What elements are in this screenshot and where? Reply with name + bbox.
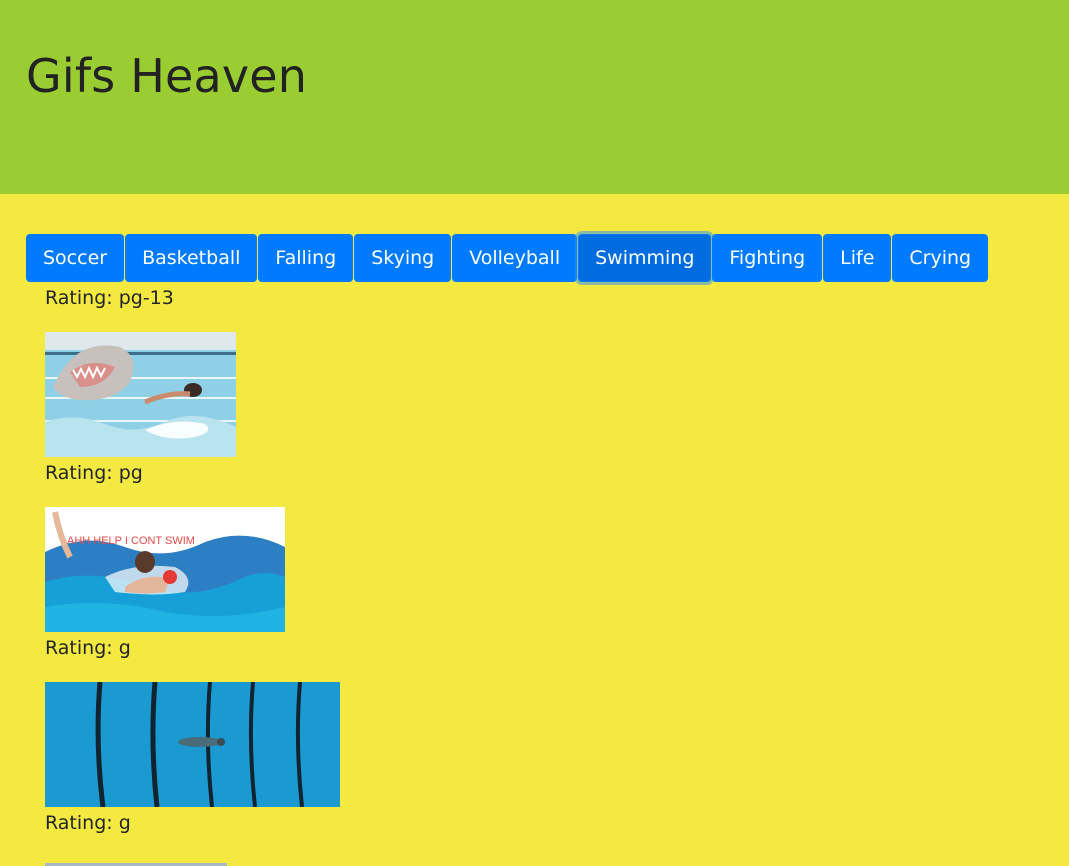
gif-rating: Rating: pg-13: [45, 287, 174, 309]
topic-button-bar: Soccer Basketball Falling Skying Volleyb…: [26, 234, 989, 282]
page-title: Gifs Heaven: [26, 49, 308, 103]
gif-caption-text: AHH HELP I CONT SWIM: [67, 535, 195, 547]
gif-rating: Rating: g: [45, 812, 131, 834]
topic-button-fighting[interactable]: Fighting: [712, 234, 823, 282]
gif-rating: Rating: g: [45, 637, 131, 659]
gif-image-pool-lanes[interactable]: [45, 682, 340, 807]
topic-button-swimming[interactable]: Swimming: [578, 234, 712, 282]
topic-button-skying[interactable]: Skying: [354, 234, 452, 282]
gif-rating: Rating: pg: [45, 462, 143, 484]
topic-button-volleyball[interactable]: Volleyball: [452, 234, 578, 282]
topic-button-life[interactable]: Life: [823, 234, 892, 282]
page-header: Gifs Heaven: [0, 0, 1069, 194]
topic-button-soccer[interactable]: Soccer: [26, 234, 125, 282]
gif-image-shark-swimmer[interactable]: [45, 332, 236, 457]
topic-button-falling[interactable]: Falling: [258, 234, 354, 282]
topic-button-crying[interactable]: Crying: [892, 234, 989, 282]
topic-button-basketball[interactable]: Basketball: [125, 234, 258, 282]
gif-image-help-cant-swim[interactable]: AHH HELP I CONT SWIM: [45, 507, 285, 632]
gif-image-partial[interactable]: [45, 857, 227, 866]
